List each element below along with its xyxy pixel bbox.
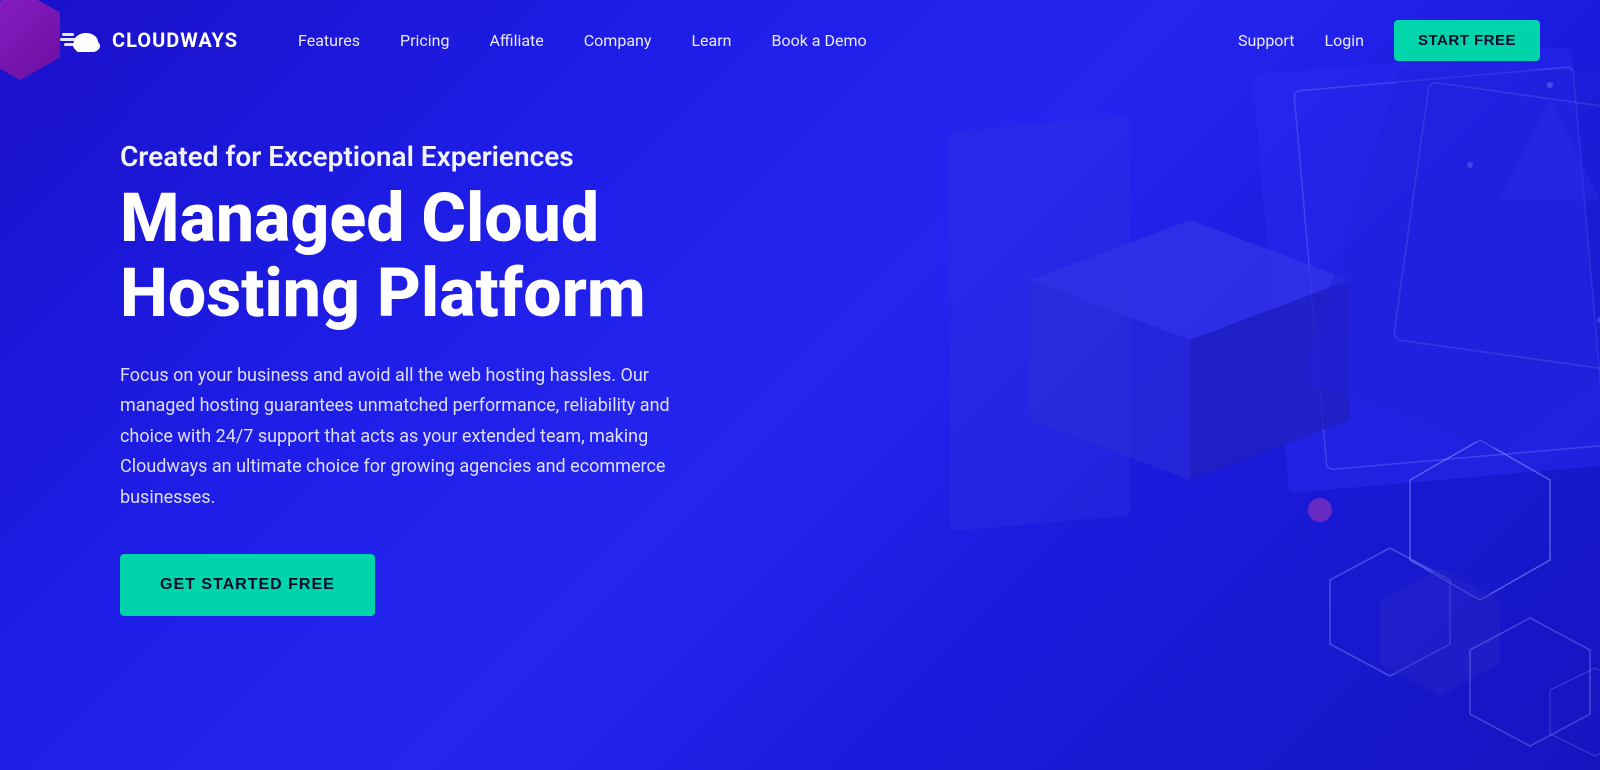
nav-link-pricing[interactable]: Pricing <box>400 31 450 50</box>
hero-title: Managed Cloud Hosting Platform <box>120 181 700 331</box>
nav-link-company[interactable]: Company <box>584 31 652 50</box>
hero-subtitle: Created for Exceptional Experiences <box>120 140 700 173</box>
hero-section: CLOUDWAYS Features Pricing Affiliate Com… <box>0 0 1600 770</box>
nav-link-learn[interactable]: Learn <box>691 31 731 50</box>
nav-link-features[interactable]: Features <box>298 31 360 50</box>
nav-link-affiliate[interactable]: Affiliate <box>489 31 543 50</box>
hero-description: Focus on your business and avoid all the… <box>120 361 700 514</box>
get-started-button[interactable]: GET STARTED FREE <box>120 554 375 616</box>
navbar: CLOUDWAYS Features Pricing Affiliate Com… <box>0 0 1600 80</box>
start-free-button[interactable]: START FREE <box>1394 20 1540 61</box>
nav-support[interactable]: Support <box>1238 31 1294 50</box>
nav-right: Support Login START FREE <box>1238 20 1540 61</box>
brand-name: CLOUDWAYS <box>112 28 238 52</box>
background-decorations <box>850 0 1600 770</box>
hero-content: Created for Exceptional Experiences Mana… <box>0 80 700 616</box>
logo-icon <box>60 24 102 56</box>
nav-links: Features Pricing Affiliate Company Learn… <box>298 31 1238 50</box>
logo[interactable]: CLOUDWAYS <box>60 24 238 56</box>
nav-link-book-demo[interactable]: Book a Demo <box>772 31 867 50</box>
nav-login[interactable]: Login <box>1324 31 1363 50</box>
